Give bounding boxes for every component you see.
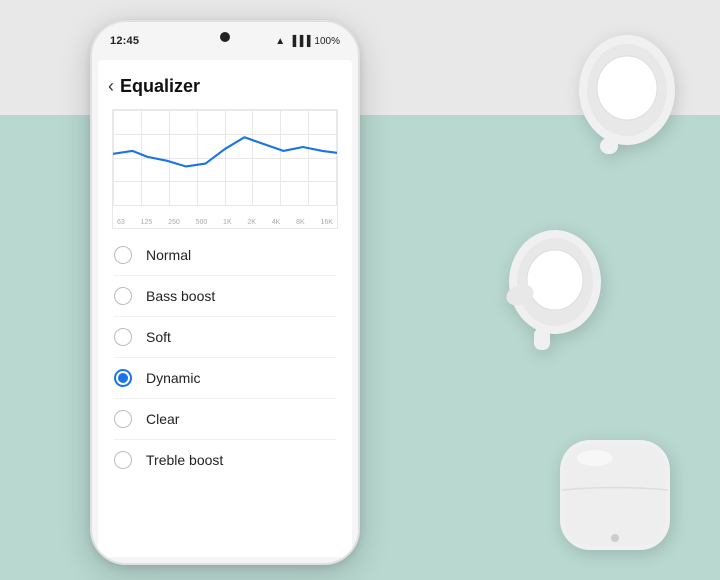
phone-screen: ‹ Equalizer xyxy=(98,60,352,557)
screen-header: ‹ Equalizer xyxy=(98,60,352,105)
eq-option-treble-boost[interactable]: Treble boost xyxy=(98,440,352,480)
earbud-top-right xyxy=(562,30,682,160)
eq-label-treble-boost: Treble boost xyxy=(146,452,223,468)
earbud-svg-right xyxy=(562,30,682,160)
scene: 12:45 ▲ ▐▐▐ 100% ‹ Equalizer xyxy=(0,0,720,580)
wifi-icon: ▲ xyxy=(275,36,285,47)
eq-label-normal: Normal xyxy=(146,247,191,263)
eq-label-clear: Clear xyxy=(146,411,179,427)
camera-notch xyxy=(220,32,230,42)
eq-chart[interactable]: 63 125 250 500 1K 2K 4K 8K 16K xyxy=(112,109,338,229)
radio-dynamic[interactable] xyxy=(114,369,132,387)
freq-label-250: 250 xyxy=(168,219,180,226)
radio-inner-dynamic xyxy=(118,373,128,383)
earbud-case-svg xyxy=(550,420,680,560)
earbud-middle xyxy=(500,220,610,360)
eq-option-dynamic[interactable]: Dynamic xyxy=(98,358,352,398)
status-icons: ▲ ▐▐▐ 100% xyxy=(275,36,340,47)
eq-options-list: Normal Bass boost Soft xyxy=(98,229,352,480)
phone-time: 12:45 xyxy=(110,35,139,47)
eq-option-bass-boost[interactable]: Bass boost xyxy=(98,276,352,316)
eq-label-dynamic: Dynamic xyxy=(146,370,200,386)
freq-labels: 63 125 250 500 1K 2K 4K 8K 16K xyxy=(113,219,337,226)
eq-option-soft[interactable]: Soft xyxy=(98,317,352,357)
freq-label-1k: 1K xyxy=(223,219,232,226)
freq-label-125: 125 xyxy=(141,219,153,226)
eq-curve xyxy=(113,110,337,205)
radio-treble-boost[interactable] xyxy=(114,451,132,469)
eq-label-bass-boost: Bass boost xyxy=(146,288,215,304)
freq-label-4k: 4K xyxy=(272,219,281,226)
battery-icon: 100% xyxy=(314,36,340,47)
freq-label-8k: 8K xyxy=(296,219,305,226)
phone: 12:45 ▲ ▐▐▐ 100% ‹ Equalizer xyxy=(90,20,360,565)
freq-label-63: 63 xyxy=(117,219,125,226)
radio-normal[interactable] xyxy=(114,246,132,264)
freq-label-16k: 16K xyxy=(320,219,332,226)
status-bar: 12:45 ▲ ▐▐▐ 100% xyxy=(92,22,358,60)
freq-label-500: 500 xyxy=(196,219,208,226)
eq-label-soft: Soft xyxy=(146,329,171,345)
eq-option-clear[interactable]: Clear xyxy=(98,399,352,439)
back-button[interactable]: ‹ xyxy=(108,76,114,97)
signal-icon: ▐▐▐ xyxy=(289,36,310,47)
radio-soft[interactable] xyxy=(114,328,132,346)
earbud-svg-middle xyxy=(500,220,610,360)
eq-option-normal[interactable]: Normal xyxy=(98,235,352,275)
earbud-case xyxy=(550,420,680,560)
radio-clear[interactable] xyxy=(114,410,132,428)
radio-bass-boost[interactable] xyxy=(114,287,132,305)
screen-title: Equalizer xyxy=(120,76,200,97)
freq-label-2k: 2K xyxy=(247,219,256,226)
